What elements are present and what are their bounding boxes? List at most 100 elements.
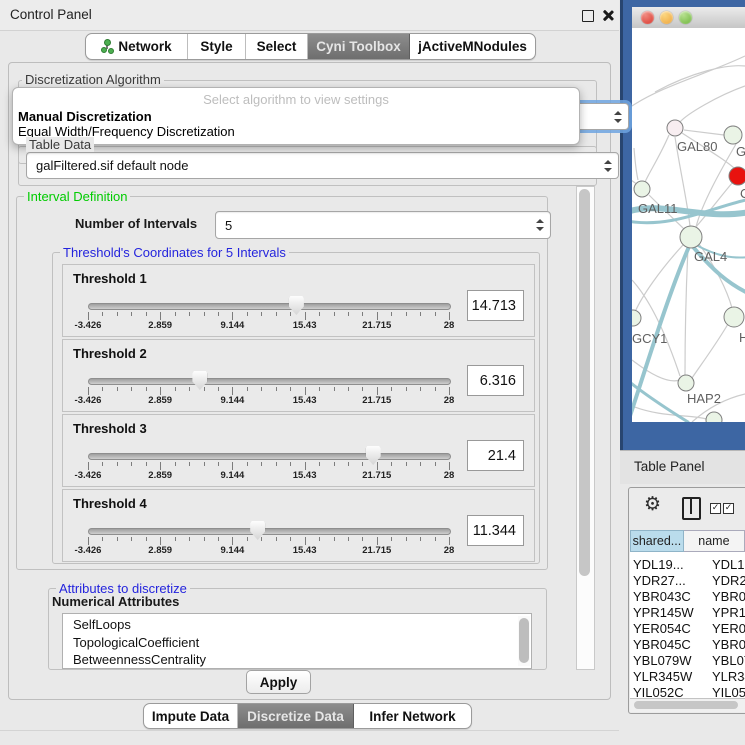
scrollbar-thumb[interactable] <box>634 701 738 709</box>
number-of-intervals-label: Number of Intervals <box>75 216 197 231</box>
cell-name: YER054C <box>712 621 745 636</box>
table-horizontal-scrollbar[interactable] <box>630 698 745 712</box>
node-label: GCY1 <box>632 331 667 346</box>
network-canvas[interactable]: GAL80GACGAL11GAL4GCY1HHAP2 <box>632 28 745 422</box>
combo-arrows-icon <box>604 160 611 172</box>
algorithm-popup-hint: Select algorithm to view settings <box>13 92 579 107</box>
table-row[interactable]: YBR045CYBR045C <box>630 636 745 652</box>
threshold-value-field[interactable] <box>467 290 524 321</box>
table-row[interactable]: YLR345WYLR345W <box>630 668 745 684</box>
table-row[interactable]: YPR145WYPR145W <box>630 604 745 620</box>
network-node-gal4[interactable] <box>680 226 702 248</box>
network-node-h[interactable] <box>724 307 744 327</box>
slider-tick-labels: -3.4262.8599.14415.4321.71528 <box>88 545 450 557</box>
attribute-list-item[interactable]: TopologicalCoefficient <box>63 634 531 652</box>
network-edge <box>634 148 638 180</box>
tab-cyni-toolbox[interactable]: Cyni Toolbox <box>308 34 410 59</box>
network-node-gcy1[interactable] <box>632 310 641 326</box>
threshold-label: Threshold 1 <box>73 271 147 286</box>
threshold-value-field[interactable] <box>467 365 524 396</box>
cell-name: YLR345W <box>712 669 745 684</box>
cell-shared-name: YLR345W <box>633 669 709 684</box>
control-panel-header <box>0 0 619 31</box>
node-label: H <box>739 330 745 345</box>
tab-label: Select <box>257 39 297 54</box>
network-edge <box>632 56 745 106</box>
threshold-value-field[interactable] <box>467 515 524 546</box>
network-node-g[interactable] <box>724 126 742 144</box>
zoom-traffic-light-icon[interactable] <box>679 11 692 24</box>
node-label: GAL4 <box>694 249 727 264</box>
attribute-list-item[interactable]: BetweennessCentrality <box>63 651 531 669</box>
table-row[interactable]: YDR27...YDR27 <box>630 572 745 588</box>
table-row[interactable]: YBL079WYBL079W <box>630 652 745 668</box>
threshold-slider-track[interactable] <box>88 378 451 385</box>
numerical-attributes-list[interactable]: SelfLoopsTopologicalCoefficientBetweenne… <box>62 613 532 669</box>
table-panel-title: Table Panel <box>634 459 705 474</box>
threshold-slider-track[interactable] <box>88 303 451 310</box>
network-edge <box>692 324 728 378</box>
column-layout-icon[interactable] <box>682 497 701 520</box>
float-window-icon[interactable] <box>582 10 594 22</box>
panel-vertical-scrollbar[interactable] <box>576 186 595 670</box>
screen: Control Panel NetworkStyleSelectCyni Too… <box>0 0 745 745</box>
threshold-value-field[interactable] <box>467 440 524 471</box>
network-edge <box>645 135 669 182</box>
minimize-traffic-light-icon[interactable] <box>660 11 673 24</box>
close-icon[interactable] <box>601 9 614 22</box>
table-row[interactable]: YDL19...YDL19 <box>630 556 745 572</box>
cell-name: YDR27 <box>712 573 745 588</box>
cell-name: YBR045C <box>712 637 745 652</box>
network-node-red[interactable] <box>729 167 745 185</box>
tab-discretize-data[interactable]: Discretize Data <box>238 704 354 728</box>
threshold-slider-track[interactable] <box>88 528 451 535</box>
checkbox-icon[interactable]: ✓ <box>710 503 721 514</box>
table-data-combo[interactable]: galFiltered.sif default node <box>26 152 619 179</box>
table-row[interactable]: YER054CYER054C <box>630 620 745 636</box>
cell-name: YIL052C <box>712 685 745 698</box>
apply-button[interactable]: Apply <box>246 670 311 694</box>
attributes-list-scrollbar[interactable] <box>518 616 530 666</box>
scrollbar-thumb[interactable] <box>579 189 590 576</box>
tab-label: Style <box>200 39 232 54</box>
table-row[interactable]: YIL052CYIL052C <box>630 684 745 698</box>
network-icon <box>101 39 113 54</box>
cell-shared-name: YBR043C <box>633 589 709 604</box>
threshold-panel-1: Threshold 1 -3.4262.8599.14415.4321.71528 <box>62 264 535 337</box>
thresholds-group-title: Threshold's Coordinates for 5 Intervals <box>60 245 289 260</box>
tab-impute-data[interactable]: Impute Data <box>144 704 238 728</box>
node-label: GA <box>736 144 745 159</box>
threshold-slider-track[interactable] <box>88 453 451 460</box>
network-node-n9[interactable] <box>706 412 722 422</box>
tab-infer-network[interactable]: Infer Network <box>354 704 471 728</box>
column-header-shared-name[interactable]: shared... <box>630 530 684 552</box>
tab-style[interactable]: Style <box>188 34 246 59</box>
number-of-intervals-combo[interactable]: 5 <box>215 211 551 239</box>
tab-jactivemnodules[interactable]: jActiveMNodules <box>410 34 535 59</box>
tab-network[interactable]: Network <box>86 34 188 59</box>
table-settings-gear-icon[interactable]: ⚙ <box>644 495 661 514</box>
column-header-name[interactable]: name <box>684 530 745 552</box>
close-traffic-light-icon[interactable] <box>641 11 654 24</box>
algorithm-option-1[interactable]: Manual Discretization <box>17 109 576 124</box>
discretization-algorithm-group-title: Discretization Algorithm <box>22 72 164 87</box>
table-data-group-title: Table Data <box>26 137 94 152</box>
control-panel-tab-bar: Network Style Select Cyni Toolbox jActiveMNo… <box>85 33 536 60</box>
network-window-titlebar[interactable] <box>632 7 745 29</box>
tab-label: jActiveMNodules <box>418 39 527 54</box>
checkbox-icon[interactable]: ✓ <box>723 503 734 514</box>
table-row[interactable]: YBR043CYBR043C <box>630 588 745 604</box>
slider-tick-labels: -3.4262.8599.14415.4321.71528 <box>88 320 450 332</box>
cell-shared-name: YBL079W <box>633 653 709 668</box>
network-node-hap2[interactable] <box>678 375 694 391</box>
tab-select[interactable]: Select <box>246 34 308 59</box>
algorithm-option-2[interactable]: Equal Width/Frequency Discretization <box>17 124 576 139</box>
cell-shared-name: YPR145W <box>633 605 709 620</box>
network-node-gal80[interactable] <box>667 120 683 136</box>
combo-arrows-icon <box>536 219 543 231</box>
table-checkbox-icons[interactable]: ✓ ✓ <box>710 503 734 514</box>
attribute-list-item[interactable]: SelfLoops <box>63 616 531 634</box>
threshold-panel-2: Threshold 2-3.4262.8599.14415.4321.71528 <box>62 339 535 412</box>
network-edge <box>632 360 680 381</box>
network-node-gal11[interactable] <box>634 181 650 197</box>
